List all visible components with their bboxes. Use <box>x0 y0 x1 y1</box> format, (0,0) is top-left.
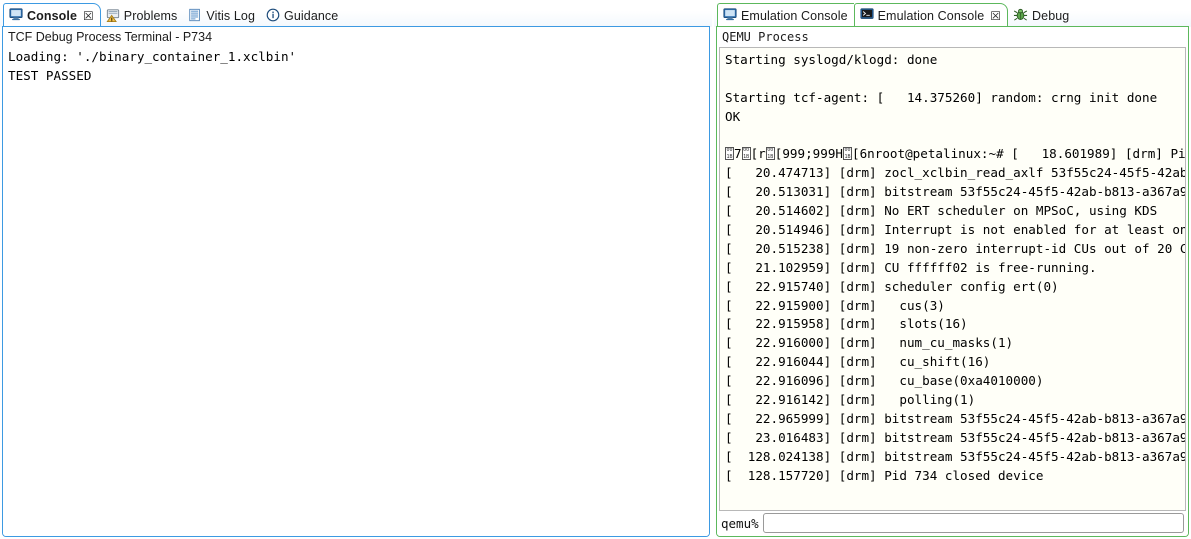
console-line: Loading: './binary_container_1.xclbin' <box>8 48 709 67</box>
escape-char-glyph <box>766 147 775 160</box>
escape-char-glyph <box>742 147 751 160</box>
console-output[interactable]: Loading: './binary_container_1.xclbin'TE… <box>3 46 709 536</box>
close-icon[interactable]: ☒ <box>83 9 94 23</box>
console-line: [ 20.514946] [drm] Interrupt is not enab… <box>725 221 1185 240</box>
console-line: [ 23.016483] [drm] bitstream 53f55c24-45… <box>725 429 1185 448</box>
console-line: OK <box>725 108 1185 127</box>
debug-bug-icon <box>1013 7 1028 25</box>
console-line: [ 20.474713] [drm] zocl_xclbin_read_axlf… <box>725 164 1185 183</box>
tab-label-vitis-log: Vitis Log <box>206 9 255 23</box>
terminal-icon <box>860 7 874 24</box>
console-line: Starting syslogd/klogd: done <box>725 51 1185 70</box>
console-caption: TCF Debug Process Terminal - P734 <box>3 27 709 46</box>
tab-label-emulation-console-1: Emulation Console <box>741 9 848 23</box>
problems-icon <box>106 8 120 25</box>
console-line: TEST PASSED <box>8 67 709 86</box>
console-line: [ 20.514602] [drm] No ERT scheduler on M… <box>725 202 1185 221</box>
tab-guidance[interactable]: Guidance <box>261 5 344 27</box>
tab-emulation-console-2[interactable]: Emulation Console ☒ <box>854 3 1008 27</box>
escape-char-glyph <box>725 147 734 160</box>
console-text: [r <box>751 146 766 161</box>
escape-char-glyph <box>843 147 852 160</box>
console-text: [999;999H <box>775 146 843 161</box>
emulation-console-tabstrip: Emulation Console Emulation Console ☒ <box>714 0 1191 27</box>
emulation-console-view: Emulation Console Emulation Console ☒ <box>714 0 1191 539</box>
emulation-console-body: QEMU Process Starting syslogd/klogd: don… <box>716 26 1189 537</box>
console-line: [ 20.513031] [drm] bitstream 53f55c24-45… <box>725 183 1185 202</box>
console-view: Console ☒ Problems <box>0 0 712 539</box>
console-line: [ 22.915958] [drm] slots(16) <box>725 315 1185 334</box>
tab-label-emulation-console-2: Emulation Console <box>878 9 985 23</box>
console-line: [ 21.102959] [drm] CU ffffff02 is free-r… <box>725 259 1185 278</box>
console-line <box>725 70 1185 89</box>
tab-emulation-console-1[interactable]: Emulation Console <box>717 3 854 27</box>
qemu-prompt-label: qemu% <box>721 516 759 531</box>
tab-label-console: Console <box>27 9 77 23</box>
log-icon <box>188 8 202 25</box>
console-line: [ 128.024138] [drm] bitstream 53f55c24-4… <box>725 448 1185 467</box>
console-line: [ 128.157720] [drm] Pid 734 closed devic… <box>725 467 1185 486</box>
console-line: [ 22.915740] [drm] scheduler config ert(… <box>725 278 1185 297</box>
tab-vitis-log[interactable]: Vitis Log <box>183 5 261 27</box>
console-view-tabstrip: Console ☒ Problems <box>0 0 712 27</box>
console-line: [ 22.915900] [drm] cus(3) <box>725 297 1185 316</box>
console-line: [ 22.916044] [drm] cu_shift(16) <box>725 353 1185 372</box>
console-line: [ 22.916142] [drm] polling(1) <box>725 391 1185 410</box>
info-icon <box>266 8 280 25</box>
qemu-console-output[interactable]: Starting syslogd/klogd: done Starting tcf… <box>719 47 1186 511</box>
close-icon[interactable]: ☒ <box>990 9 1001 23</box>
console-icon <box>723 7 737 24</box>
emulation-console-caption: QEMU Process <box>717 27 1188 47</box>
console-line: [ 22.916096] [drm] cu_base(0xa4010000) <box>725 372 1185 391</box>
console-icon <box>9 7 23 24</box>
tab-console[interactable]: Console ☒ <box>3 3 101 27</box>
workbench-console-area: Console ☒ Problems <box>0 0 1191 539</box>
qemu-prompt-row: qemu% <box>717 511 1188 536</box>
tab-debug[interactable]: Debug <box>1008 5 1075 27</box>
console-text: [6nroot@petalinux:~# [ 18.601989] [drm] … <box>852 146 1186 161</box>
console-text: 7 <box>734 146 742 161</box>
console-line: 7 [r [999;999H [6nroot@petalinux:~# [ 18.60… <box>725 145 1185 164</box>
console-line: [ 22.916000] [drm] num_cu_masks(1) <box>725 334 1185 353</box>
console-line: [ 22.965999] [drm] bitstream 53f55c24-45… <box>725 410 1185 429</box>
tab-problems[interactable]: Problems <box>101 5 184 27</box>
console-line <box>725 127 1185 146</box>
console-line: [ 20.515238] [drm] 19 non-zero interrupt… <box>725 240 1185 259</box>
console-view-body: TCF Debug Process Terminal - P734 Loadin… <box>2 26 710 537</box>
qemu-command-input[interactable] <box>763 513 1184 533</box>
tab-label-guidance: Guidance <box>284 9 338 23</box>
tab-label-debug: Debug <box>1032 9 1069 23</box>
console-line: Starting tcf-agent: [ 14.375260] random:… <box>725 89 1185 108</box>
tab-label-problems: Problems <box>124 9 178 23</box>
